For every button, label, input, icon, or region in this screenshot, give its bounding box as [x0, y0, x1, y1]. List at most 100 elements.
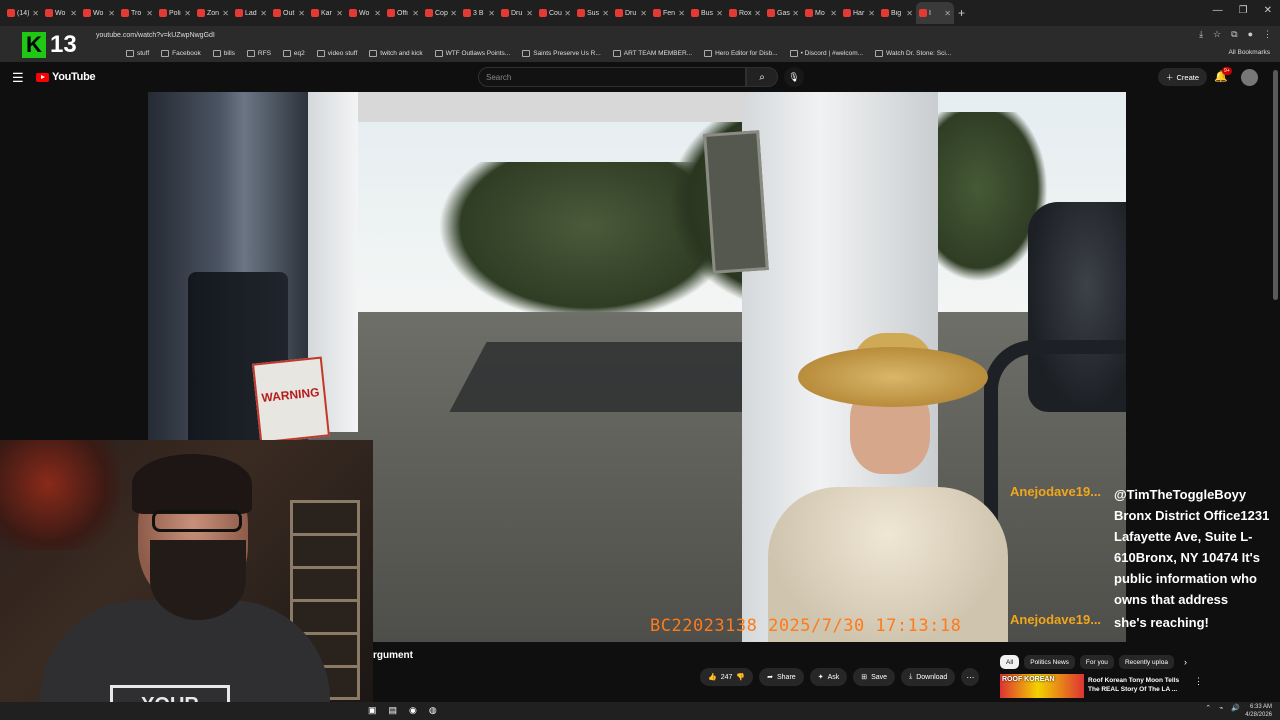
tab-close-icon[interactable]: ✕: [298, 9, 305, 18]
tab-close-icon[interactable]: ✕: [526, 9, 533, 18]
install-icon[interactable]: ⤓: [1199, 29, 1203, 40]
youtube-logo[interactable]: YouTube: [36, 71, 96, 83]
browser-tab[interactable]: Rox ✕: [726, 2, 764, 24]
tab-close-icon[interactable]: ✕: [906, 9, 913, 18]
share-button[interactable]: ➦ Share: [759, 668, 804, 686]
star-icon[interactable]: ☆: [1213, 29, 1221, 40]
extensions-icon[interactable]: ⧉: [1231, 29, 1237, 40]
browser-tab[interactable]: Sus ✕: [574, 2, 612, 24]
browser-tab[interactable]: Zon ✕: [194, 2, 232, 24]
tab-close-icon[interactable]: ✕: [374, 9, 381, 18]
filter-chip[interactable]: Politics News: [1024, 655, 1075, 669]
browser-tab[interactable]: Tro ✕: [118, 2, 156, 24]
tab-close-icon[interactable]: ✕: [564, 9, 571, 18]
browser-tab[interactable]: Har ✕: [840, 2, 878, 24]
browser-tab[interactable]: Lad ✕: [232, 2, 270, 24]
more-actions-button[interactable]: ⋯: [961, 668, 980, 686]
tab-close-icon[interactable]: ✕: [336, 9, 343, 18]
browser-tab[interactable]: Wo ✕: [42, 2, 80, 24]
profile-icon[interactable]: ●: [1248, 29, 1253, 40]
browser-tab[interactable]: Fen ✕: [650, 2, 688, 24]
bookmark-item[interactable]: WTF Outlaws Points...: [434, 49, 510, 57]
bookmark-item[interactable]: eq2: [282, 49, 305, 57]
browser-tab[interactable]: Bus ✕: [688, 2, 726, 24]
browser-tab[interactable]: Kar ✕: [308, 2, 346, 24]
bookmark-item[interactable]: RFS: [246, 49, 271, 57]
filter-chip[interactable]: For you: [1079, 655, 1114, 669]
bookmark-item[interactable]: Hero Editor for Disb...: [704, 49, 778, 57]
filter-chip[interactable]: Recently uploa: [1118, 655, 1174, 669]
search-input[interactable]: Search: [478, 67, 746, 87]
all-bookmarks[interactable]: All Bookmarks: [1228, 49, 1270, 56]
bookmark-item[interactable]: twitch and kick: [369, 49, 423, 57]
tab-close-icon[interactable]: ✕: [944, 9, 951, 18]
new-tab-icon[interactable]: +: [958, 6, 965, 20]
browser-menu-icon[interactable]: ⋮: [1263, 29, 1272, 40]
clock[interactable]: 6:33 AM 4/28/2026: [1245, 703, 1272, 719]
tab-close-icon[interactable]: ✕: [70, 9, 77, 18]
tab-close-icon[interactable]: ✕: [868, 9, 875, 18]
browser-tab[interactable]: 3 B ✕: [460, 2, 498, 24]
browser-tab[interactable]: Out ✕: [270, 2, 308, 24]
browser-tab[interactable]: Dru ✕: [498, 2, 536, 24]
recommended-menu-icon[interactable]: ⋮: [1194, 676, 1203, 687]
browser-tab[interactable]: Mo ✕: [802, 2, 840, 24]
tab-close-icon[interactable]: ✕: [792, 9, 799, 18]
tab-close-icon[interactable]: ✕: [450, 9, 457, 18]
tab-close-icon[interactable]: ✕: [488, 9, 495, 18]
url-text[interactable]: youtube.com/watch?v=kUZwpNwgGdI: [96, 32, 215, 39]
address-bar[interactable]: youtube.com/watch?v=kUZwpNwgGdI ⤓ ☆ ⧉ ● …: [0, 26, 1280, 44]
bookmark-item[interactable]: video stuff: [316, 49, 357, 57]
tab-close-icon[interactable]: ✕: [716, 9, 723, 18]
voice-search-button[interactable]: 🎙: [784, 67, 804, 87]
browser-tab[interactable]: Cop ✕: [422, 2, 460, 24]
tab-close-icon[interactable]: ✕: [602, 9, 609, 18]
taskbar-app-icon[interactable]: ▤: [389, 705, 398, 716]
tab-close-icon[interactable]: ✕: [260, 9, 267, 18]
chevron-up-icon[interactable]: ⌃: [1205, 704, 1211, 712]
bookmark-item[interactable]: ART TEAM MEMBER...: [612, 49, 692, 57]
browser-tab[interactable]: Big ✕: [878, 2, 916, 24]
account-avatar[interactable]: [1241, 69, 1258, 86]
bookmark-item[interactable]: Saints Preserve Us R...: [522, 49, 601, 57]
chrome-icon[interactable]: ◉: [409, 705, 417, 716]
thumbs-down-icon[interactable]: 👎: [736, 673, 745, 681]
create-button[interactable]: ＋ Create: [1158, 68, 1208, 86]
tab-close-icon[interactable]: ✕: [108, 9, 115, 18]
browser-tab[interactable]: Wo ✕: [346, 2, 384, 24]
tab-close-icon[interactable]: ✕: [412, 9, 419, 18]
close-window-icon[interactable]: ✕: [1264, 5, 1272, 16]
obs-icon[interactable]: ◍: [429, 705, 437, 716]
browser-tab[interactable]: (14) ✕: [4, 2, 42, 24]
hamburger-menu-icon[interactable]: ☰: [12, 70, 24, 86]
bookmark-item[interactable]: Watch Dr. Stone: Sci...: [875, 49, 951, 57]
search-button[interactable]: ⌕: [746, 67, 778, 87]
save-button[interactable]: ⊞ Save: [853, 668, 896, 686]
minimize-icon[interactable]: —: [1213, 5, 1223, 16]
tab-close-icon[interactable]: ✕: [754, 9, 761, 18]
browser-tab[interactable]: Cou ✕: [536, 2, 574, 24]
restore-icon[interactable]: ❐: [1239, 5, 1248, 16]
network-icon[interactable]: ⌁: [1219, 704, 1223, 712]
tab-close-icon[interactable]: ✕: [640, 9, 647, 18]
download-button[interactable]: ⤓ Download: [901, 668, 956, 686]
bookmark-item[interactable]: • Discord | #welcom...: [789, 49, 863, 57]
filter-chip[interactable]: All: [1000, 655, 1020, 669]
tab-close-icon[interactable]: ✕: [184, 9, 191, 18]
browser-tab[interactable]: Wo ✕: [80, 2, 118, 24]
tab-close-icon[interactable]: ✕: [830, 9, 837, 18]
bookmark-item[interactable]: stuff: [126, 49, 149, 57]
bookmark-item[interactable]: Facebook: [161, 49, 201, 57]
tab-close-icon[interactable]: ✕: [678, 9, 685, 18]
page-scrollbar[interactable]: [1273, 70, 1278, 300]
tab-close-icon[interactable]: ✕: [32, 9, 39, 18]
bookmark-item[interactable]: bills: [212, 49, 235, 57]
recommended-thumbnail[interactable]: ROOF KOREAN: [1000, 674, 1084, 698]
browser-tab[interactable]: Gas ✕: [764, 2, 802, 24]
tab-close-icon[interactable]: ✕: [222, 9, 229, 18]
browser-tab[interactable]: Dru ✕: [612, 2, 650, 24]
taskbar-app-icon[interactable]: ▣: [368, 705, 377, 716]
browser-tab[interactable]: Offi ✕: [384, 2, 422, 24]
browser-tab[interactable]: I ✕: [916, 2, 954, 24]
browser-tab[interactable]: Poli ✕: [156, 2, 194, 24]
